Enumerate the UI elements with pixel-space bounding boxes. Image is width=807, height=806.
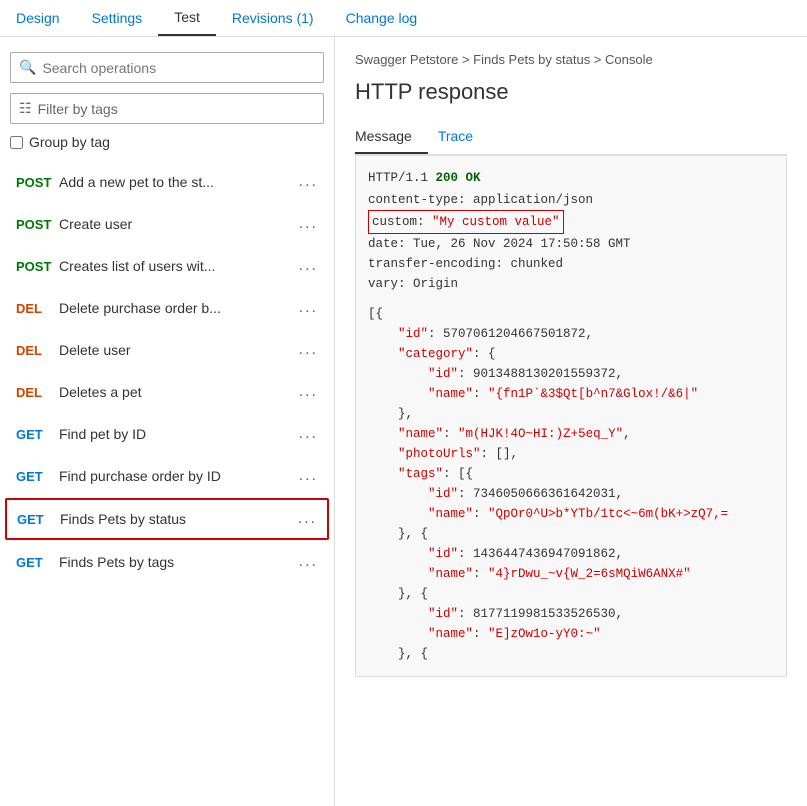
op-find-order-by-id[interactable]: GET Find purchase order by ID ... <box>5 456 329 496</box>
op-finds-pets-by-tags[interactable]: GET Finds Pets by tags ... <box>5 542 329 582</box>
response-tabs: Message Trace <box>355 120 787 155</box>
group-by-tag-checkbox[interactable] <box>10 136 23 149</box>
op-name: Deletes a pet <box>59 384 291 400</box>
method-badge-get: GET <box>16 427 54 442</box>
tab-revisions[interactable]: Revisions (1) <box>216 0 330 36</box>
op-add-pet[interactable]: POST Add a new pet to the st... ... <box>5 162 329 202</box>
op-delete-user[interactable]: DEL Delete user ... <box>5 330 329 370</box>
op-dots[interactable]: ... <box>299 173 318 191</box>
filter-label: Filter by tags <box>38 101 118 117</box>
op-dots[interactable]: ... <box>299 467 318 485</box>
filter-box[interactable]: ☷ Filter by tags <box>10 93 324 124</box>
right-panel: Swagger Petstore > Finds Pets by status … <box>335 37 807 806</box>
header-date: date: Tue, 26 Nov 2024 17:50:58 GMT <box>368 234 774 254</box>
op-dots[interactable]: ... <box>299 215 318 233</box>
tab-design[interactable]: Design <box>0 0 76 36</box>
group-by-tag-label: Group by tag <box>29 134 110 150</box>
op-name: Find purchase order by ID <box>59 468 291 484</box>
op-dots[interactable]: ... <box>299 341 318 359</box>
search-icon: 🔍 <box>19 59 36 76</box>
op-dots[interactable]: ... <box>299 425 318 443</box>
group-by-tag[interactable]: Group by tag <box>10 134 324 150</box>
op-name: Find pet by ID <box>59 426 291 442</box>
op-dots[interactable]: ... <box>299 299 318 317</box>
page-title: HTTP response <box>355 79 787 105</box>
method-badge-get: GET <box>16 469 54 484</box>
response-body: HTTP/1.1 200 OK content-type: applicatio… <box>355 155 787 677</box>
op-name: Creates list of users wit... <box>59 258 291 274</box>
op-name: Delete purchase order b... <box>59 300 291 316</box>
op-name: Add a new pet to the st... <box>59 174 291 190</box>
header-custom: custom: "My custom value" <box>368 210 774 234</box>
op-finds-pets-by-status[interactable]: GET Finds Pets by status ... <box>5 498 329 540</box>
method-badge-del: DEL <box>16 343 54 358</box>
tab-changelog[interactable]: Change log <box>330 0 434 36</box>
op-delete-order[interactable]: DEL Delete purchase order b... ... <box>5 288 329 328</box>
main-layout: 🔍 ☷ Filter by tags Group by tag POST Add… <box>0 37 807 806</box>
custom-header-highlight: custom: "My custom value" <box>368 210 564 234</box>
op-delete-pet[interactable]: DEL Deletes a pet ... <box>5 372 329 412</box>
top-navigation: Design Settings Test Revisions (1) Chang… <box>0 0 807 37</box>
breadcrumb: Swagger Petstore > Finds Pets by status … <box>355 52 787 67</box>
operations-list: POST Add a new pet to the st... ... POST… <box>0 160 334 796</box>
custom-header-value: "My custom value" <box>432 215 560 229</box>
method-badge-del: DEL <box>16 301 54 316</box>
op-create-user[interactable]: POST Create user ... <box>5 204 329 244</box>
tab-message[interactable]: Message <box>355 120 428 154</box>
method-badge-post: POST <box>16 175 54 190</box>
op-dots[interactable]: ... <box>299 553 318 571</box>
op-name: Delete user <box>59 342 291 358</box>
search-input[interactable] <box>42 60 315 76</box>
tab-trace[interactable]: Trace <box>438 120 489 154</box>
header-vary: vary: Origin <box>368 274 774 294</box>
http-status-code: 200 OK <box>436 171 481 185</box>
filter-icon: ☷ <box>19 100 32 117</box>
search-box[interactable]: 🔍 <box>10 52 324 83</box>
http-version: HTTP/1.1 <box>368 171 436 185</box>
header-content-type: content-type: application/json <box>368 190 774 210</box>
method-badge-post: POST <box>16 259 54 274</box>
tab-test[interactable]: Test <box>158 0 216 36</box>
op-dots[interactable]: ... <box>299 257 318 275</box>
op-dots[interactable]: ... <box>298 510 317 528</box>
op-name: Finds Pets by tags <box>59 554 291 570</box>
tab-settings[interactable]: Settings <box>76 0 159 36</box>
op-name: Finds Pets by status <box>60 511 290 527</box>
left-panel: 🔍 ☷ Filter by tags Group by tag POST Add… <box>0 37 335 806</box>
op-name: Create user <box>59 216 291 232</box>
json-response-body: [{ "id": 5707061204667501872, "category"… <box>368 304 774 664</box>
method-badge-get: GET <box>16 555 54 570</box>
op-create-users-list[interactable]: POST Creates list of users wit... ... <box>5 246 329 286</box>
op-dots[interactable]: ... <box>299 383 318 401</box>
method-badge-get: GET <box>17 512 55 527</box>
method-badge-post: POST <box>16 217 54 232</box>
header-transfer-encoding: transfer-encoding: chunked <box>368 254 774 274</box>
op-find-pet-by-id[interactable]: GET Find pet by ID ... <box>5 414 329 454</box>
http-status-line: HTTP/1.1 200 OK <box>368 168 774 188</box>
method-badge-del: DEL <box>16 385 54 400</box>
